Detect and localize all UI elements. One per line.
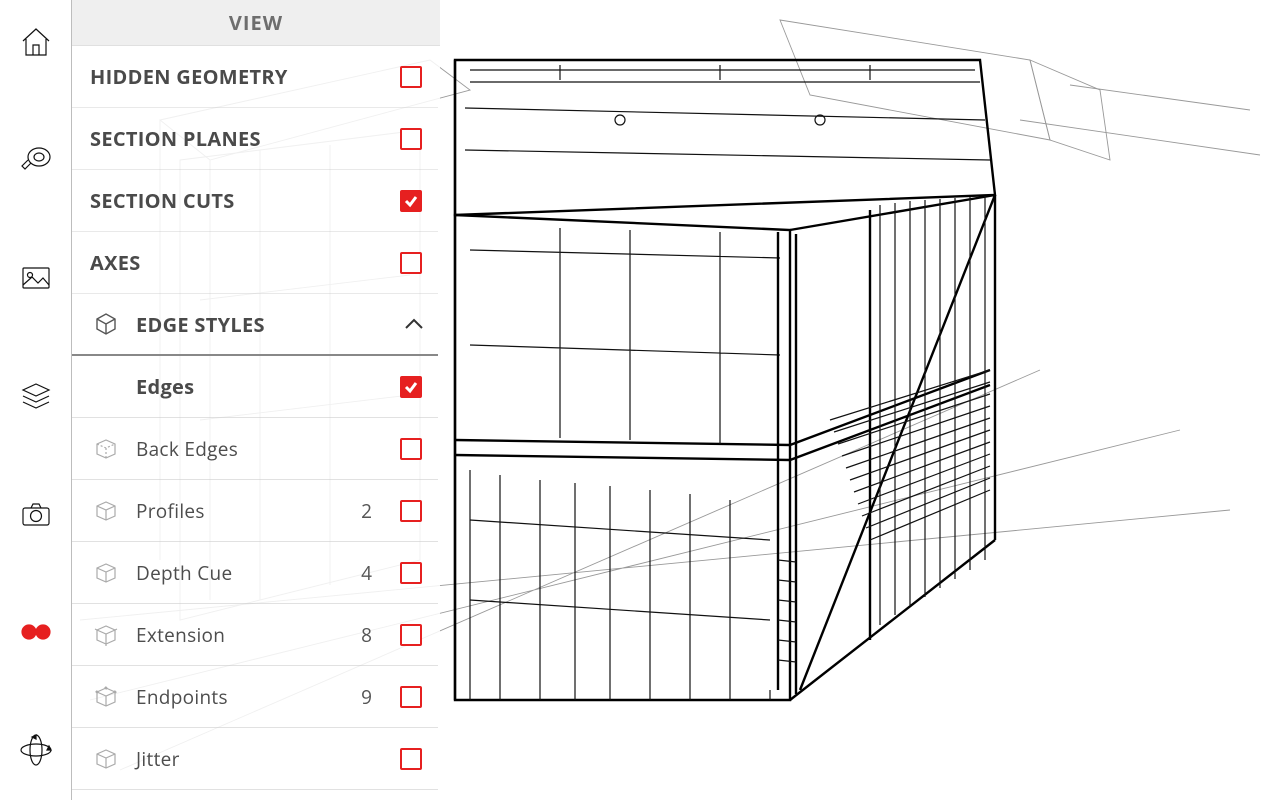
row-label: EDGE STYLES (136, 311, 400, 338)
row-label: HIDDEN GEOMETRY (90, 63, 400, 90)
row-value: 2 (356, 498, 372, 524)
view-panel: VIEW HIDDEN GEOMETRY SECTION PLANES SECT… (72, 0, 440, 800)
row-extension[interactable]: Extension 8 (72, 604, 438, 666)
checkbox[interactable] (400, 252, 422, 274)
checkbox[interactable] (400, 748, 422, 770)
row-value: 4 (356, 560, 372, 586)
row-label: Back Edges (136, 436, 400, 462)
row-label: SECTION CUTS (90, 187, 400, 214)
checkbox[interactable] (400, 376, 422, 398)
checkbox[interactable] (400, 66, 422, 88)
row-value: 8 (356, 622, 372, 648)
rail-camera[interactable] (16, 494, 56, 534)
rail-view-goggles[interactable] (16, 612, 56, 652)
row-edge-styles-group[interactable]: EDGE STYLES (72, 294, 438, 356)
row-label: Depth Cue (136, 560, 356, 586)
checkbox[interactable] (400, 438, 422, 460)
cube-icon (90, 561, 122, 585)
row-endpoints[interactable]: Endpoints 9 (72, 666, 438, 728)
row-label: Extension (136, 622, 356, 648)
row-jitter[interactable]: Jitter (72, 728, 438, 790)
row-label: Profiles (136, 498, 356, 524)
row-profiles[interactable]: Profiles 2 (72, 480, 438, 542)
cube-ext-icon (90, 623, 122, 647)
cube-icon (90, 747, 122, 771)
cube-end-icon (90, 685, 122, 709)
cube-back-icon (90, 437, 122, 461)
tool-rail (0, 0, 72, 800)
cube-icon (90, 311, 122, 337)
row-back-edges[interactable]: Back Edges (72, 418, 438, 480)
row-axes[interactable]: AXES (72, 232, 438, 294)
rail-layers[interactable] (16, 376, 56, 416)
checkbox[interactable] (400, 686, 422, 708)
rail-image[interactable] (16, 258, 56, 298)
checkbox[interactable] (400, 500, 422, 522)
checkbox[interactable] (400, 128, 422, 150)
row-edges[interactable]: Edges (72, 356, 438, 418)
row-section-cuts[interactable]: SECTION CUTS (72, 170, 438, 232)
checkbox[interactable] (400, 624, 422, 646)
row-label: Edges (136, 373, 400, 400)
row-hidden-geometry[interactable]: HIDDEN GEOMETRY (72, 46, 438, 108)
row-value: 9 (356, 684, 372, 710)
row-label: Jitter (136, 746, 400, 772)
cube-icon (90, 499, 122, 523)
row-label: AXES (90, 249, 400, 276)
checkbox[interactable] (400, 190, 422, 212)
row-label: Endpoints (136, 684, 356, 710)
rail-tape-measure[interactable] (16, 140, 56, 180)
view-panel-title: VIEW (72, 0, 440, 46)
row-depth-cue[interactable]: Depth Cue 4 (72, 542, 438, 604)
row-label: SECTION PLANES (90, 125, 400, 152)
rail-orbit[interactable] (16, 730, 56, 770)
rail-home[interactable] (16, 22, 56, 62)
row-section-planes[interactable]: SECTION PLANES (72, 108, 438, 170)
checkbox[interactable] (400, 562, 422, 584)
chevron-up-icon (400, 317, 428, 331)
